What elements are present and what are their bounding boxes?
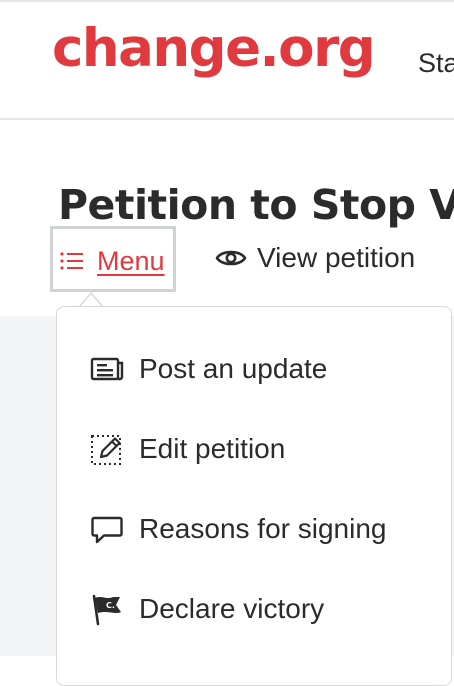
post-update-icon (90, 357, 124, 381)
menu-item-post-update[interactable]: Post an update (89, 349, 327, 389)
menu-item-label: Declare victory (139, 593, 325, 624)
page-title: Petition to Stop V (58, 181, 454, 230)
menu-item-label: Post an update (139, 353, 328, 384)
change-org-logo[interactable]: change.org (52, 22, 376, 75)
edit-icon (91, 435, 121, 465)
nav-link-start[interactable]: Sta (418, 48, 454, 79)
svg-text:C.: C. (106, 601, 115, 610)
dropdown-menu: Post an update Edit petition Reasons for… (56, 306, 452, 686)
menu-item-reasons-for-signing[interactable]: Reasons for signing (89, 509, 386, 549)
list-icon (60, 252, 83, 270)
view-petition-link[interactable]: View petition (215, 244, 415, 272)
site-header: change.org Sta (0, 2, 454, 120)
eye-icon (215, 250, 247, 266)
menu-item-edit-petition[interactable]: Edit petition (89, 429, 285, 469)
view-petition-label: View petition (257, 242, 416, 273)
menu-label: Menu (97, 246, 165, 276)
menu-button[interactable]: Menu (50, 226, 176, 292)
menu-item-label: Edit petition (139, 433, 286, 464)
dropdown-pointer (79, 291, 103, 307)
victory-flag-icon: C. (92, 594, 121, 626)
menu-item-declare-victory[interactable]: C. Declare victory (89, 589, 324, 629)
menu-item-label: Reasons for signing (139, 513, 387, 544)
speech-bubble-icon (91, 516, 123, 544)
